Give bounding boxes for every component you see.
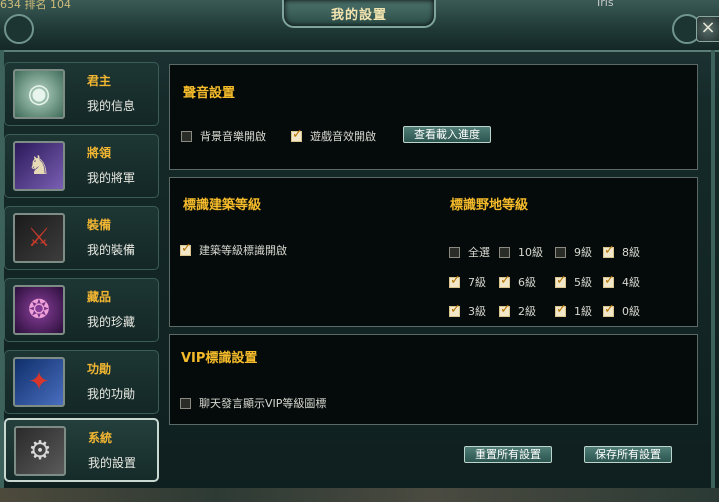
field-level-item: 3級 <box>449 302 486 319</box>
sidebar-nav: ◉ 君主 我的信息 ♞ 將領 我的將軍 ⚔ 裝備 我的裝備 ❂ 藏品 我的珍藏 … <box>4 62 159 482</box>
field-level-label: 4級 <box>622 276 640 289</box>
building-level-option: 建築等級標識開啟 <box>180 241 287 258</box>
merit-blade-icon: ✦ <box>13 357 65 407</box>
field-level-item: 9級 <box>555 244 592 260</box>
field-level-checkbox[interactable] <box>603 243 615 258</box>
field-level-checkbox[interactable] <box>603 273 615 288</box>
sidebar-item-system[interactable]: ⚙ 系統 我的設置 <box>4 418 159 482</box>
field-level-checkbox[interactable] <box>449 302 461 317</box>
sidebar-item-label: 我的功勛 <box>87 387 136 401</box>
vip-chat-option: 聊天發言顯示VIP等級圖標 <box>180 395 326 411</box>
vip-settings-panel: VIP標識設置 聊天發言顯示VIP等級圖標 <box>169 334 698 425</box>
field-level-label: 全選 <box>468 246 490 259</box>
building-level-title: 標識建築等級 <box>183 198 262 213</box>
sfx-label: 遊戲音效開啟 <box>310 130 376 143</box>
field-level-item: 全選 <box>449 244 490 260</box>
building-level-label: 建築等級標識開啟 <box>199 244 287 257</box>
sidebar-item-collection[interactable]: ❂ 藏品 我的珍藏 <box>4 278 159 342</box>
field-level-item: 6級 <box>499 273 536 290</box>
field-level-label: 1級 <box>574 305 592 318</box>
sidebar-item-label: 我的信息 <box>87 99 136 113</box>
reset-all-button[interactable]: 重置所有設置 <box>464 446 552 463</box>
level-labels-panel: 標識建築等級 標識野地等級 建築等級標識開啟 全選 10級 9級 8級 7級 6… <box>169 177 698 327</box>
sidebar-item-title: 裝備 <box>87 218 112 232</box>
field-level-label: 9級 <box>574 246 592 259</box>
sfx-option: 遊戲音效開啟 <box>291 127 376 144</box>
lord-jade-icon: ◉ <box>13 69 65 119</box>
sidebar-item-label: 我的將軍 <box>87 171 136 185</box>
field-level-label: 0級 <box>622 305 640 318</box>
field-level-checkbox[interactable] <box>499 302 511 317</box>
field-level-item: 8級 <box>603 243 640 260</box>
field-level-item: 10級 <box>499 244 543 260</box>
field-level-item: 2級 <box>499 302 536 319</box>
bgm-label: 背景音樂開啟 <box>200 130 266 143</box>
sidebar-item-title: 功勛 <box>87 362 112 376</box>
vip-chat-checkbox[interactable] <box>180 397 191 409</box>
field-level-label: 10級 <box>518 246 543 259</box>
collection-beads-icon: ❂ <box>13 285 65 335</box>
field-level-label: 5級 <box>574 276 592 289</box>
sidebar-item-title: 藏品 <box>87 290 112 304</box>
field-level-checkbox[interactable] <box>555 302 567 317</box>
field-level-label: 2級 <box>518 305 536 318</box>
vip-chat-label: 聊天發言顯示VIP等級圖標 <box>199 397 327 410</box>
system-gears-icon: ⚙ <box>14 426 66 476</box>
bgm-checkbox[interactable] <box>181 130 192 142</box>
close-button[interactable]: × <box>696 16 719 42</box>
bgm-option: 背景音樂開啟 <box>181 128 266 144</box>
sound-settings-title: 聲音設置 <box>183 86 236 101</box>
field-level-checkbox[interactable] <box>603 302 615 317</box>
sidebar-item-merit[interactable]: ✦ 功勛 我的功勛 <box>4 350 159 414</box>
field-level-item: 0級 <box>603 302 640 319</box>
field-level-label: 7級 <box>468 276 486 289</box>
field-level-checkbox[interactable] <box>499 246 510 258</box>
sound-settings-panel: 聲音設置 背景音樂開啟 遊戲音效開啟 查看載入進度 <box>169 64 698 170</box>
general-horse-icon: ♞ <box>13 141 65 191</box>
sidebar-item-title: 君主 <box>87 74 112 88</box>
left-ornament-icon <box>4 14 34 44</box>
building-level-checkbox[interactable] <box>180 241 192 256</box>
field-level-checkbox[interactable] <box>449 273 461 288</box>
field-level-checkbox[interactable] <box>499 273 511 288</box>
field-level-checkbox[interactable] <box>449 246 460 258</box>
vip-settings-title: VIP標識設置 <box>181 351 258 366</box>
sidebar-item-title: 將領 <box>87 146 112 160</box>
equipment-sword-icon: ⚔ <box>13 213 65 263</box>
sidebar-item-lord[interactable]: ◉ 君主 我的信息 <box>4 62 159 126</box>
field-level-item: 5級 <box>555 273 592 290</box>
sidebar-item-label: 我的裝備 <box>87 243 136 257</box>
bottom-bar <box>0 488 719 502</box>
field-level-checkbox[interactable] <box>555 246 566 258</box>
window-header: 634 排名 104 Iris 我的設置 × <box>0 0 719 52</box>
player-stats: 634 排名 104 <box>0 0 71 11</box>
field-level-label: 8級 <box>622 246 640 259</box>
sidebar-item-label: 我的珍藏 <box>87 315 136 329</box>
field-level-checkbox[interactable] <box>555 273 567 288</box>
sidebar-item-title: 系統 <box>88 431 113 445</box>
field-level-label: 3級 <box>468 305 486 318</box>
field-level-item: 1級 <box>555 302 592 319</box>
sidebar-item-generals[interactable]: ♞ 將領 我的將軍 <box>4 134 159 198</box>
field-level-item: 7級 <box>449 273 486 290</box>
top-right-text: Iris <box>597 0 614 9</box>
title-plate: 我的設置 <box>282 0 436 28</box>
field-level-title: 標識野地等級 <box>450 198 529 213</box>
sidebar-item-label: 我的設置 <box>88 456 137 470</box>
view-loading-progress-button[interactable]: 查看載入進度 <box>403 126 491 143</box>
right-rail <box>711 50 715 490</box>
field-level-item: 4級 <box>603 273 640 290</box>
sidebar-item-equipment[interactable]: ⚔ 裝備 我的裝備 <box>4 206 159 270</box>
window-title: 我的設置 <box>330 8 387 23</box>
sfx-checkbox[interactable] <box>291 127 303 142</box>
field-level-label: 6級 <box>518 276 536 289</box>
save-all-button[interactable]: 保存所有設置 <box>584 446 672 463</box>
